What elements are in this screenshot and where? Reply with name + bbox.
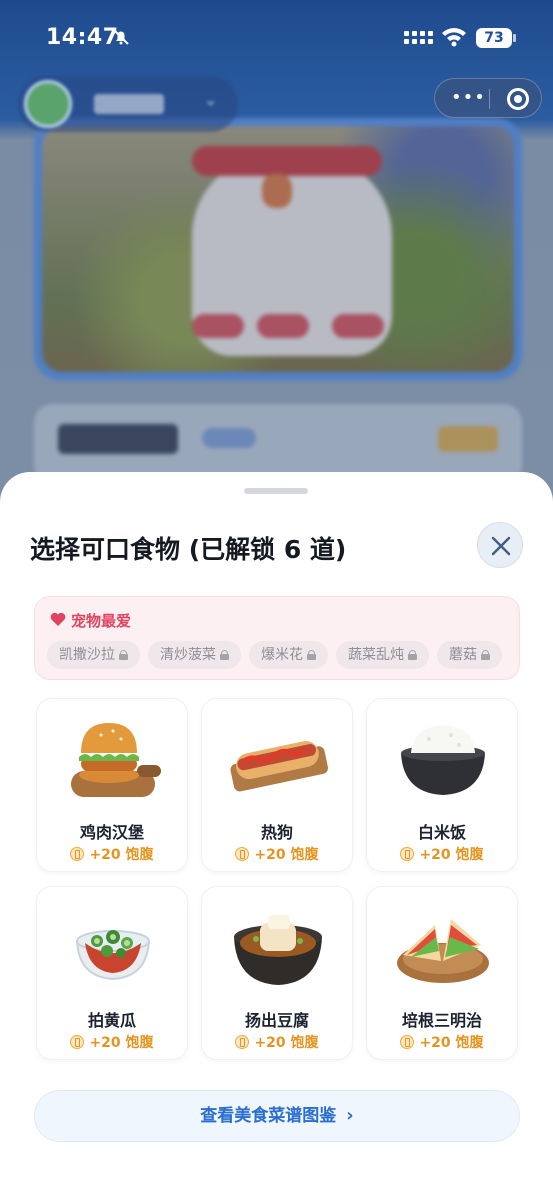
satiety-icon [70, 847, 85, 861]
mute-bell-icon [112, 28, 130, 51]
recipe-book-label: 查看美食菜谱图鉴 [200, 1106, 337, 1126]
food-name: 拍黄瓜 [87, 1011, 136, 1030]
food-name: 白米饭 [417, 823, 466, 842]
chevron-down-icon: ⌄ [204, 90, 218, 109]
status-bar: 14:47 73 [0, 0, 553, 70]
wifi-icon [442, 28, 466, 47]
food-name: 扬出豆腐 [244, 1011, 309, 1030]
food-name: 鸡肉汉堡 [79, 823, 144, 842]
food-card-hot-dog[interactable]: 热狗 +20 饱腹 [201, 698, 353, 872]
favorite-chip[interactable]: 清炒菠菜 [148, 641, 241, 669]
more-icon[interactable]: ••• [451, 87, 486, 108]
lock-icon [408, 650, 417, 660]
favorites-list[interactable]: 凯撒沙拉 清炒菠菜 爆米花 蔬菜乱炖 蘑菇 [47, 641, 502, 669]
favorite-chip[interactable]: 爆米花 [249, 641, 328, 669]
fried-tofu-icon [234, 915, 322, 985]
food-card-bacon-sandwich[interactable]: 培根三明治 +20 饱腹 [366, 886, 518, 1060]
food-bonus: +20 饱腹 [367, 1032, 517, 1052]
food-name: 培根三明治 [401, 1011, 482, 1030]
status-time: 14:47 [46, 25, 119, 50]
satiety-icon [400, 847, 415, 861]
lock-icon [481, 650, 490, 660]
satiety-icon [235, 847, 250, 861]
cucumber-salad-icon [75, 930, 151, 981]
lock-icon [119, 650, 128, 660]
close-miniprogram-icon[interactable] [507, 88, 529, 110]
bacon-sandwich-icon [397, 919, 489, 983]
cellular-signal-icon [404, 31, 433, 44]
satiety-icon [70, 1035, 85, 1049]
food-card-cucumber-salad[interactable]: 拍黄瓜 +20 饱腹 [36, 886, 188, 1060]
food-bonus: +20 饱腹 [202, 844, 352, 864]
profile-switcher[interactable]: ⌄ [18, 76, 238, 132]
food-name: 热狗 [260, 823, 293, 842]
satiety-icon [235, 1035, 250, 1049]
heart-icon [50, 612, 66, 626]
food-bonus: +20 饱腹 [37, 1032, 187, 1052]
food-select-sheet: 选择可口食物 (已解锁 6 道) 宠物最爱 凯撒沙拉 清炒菠菜 爆米花 蔬菜乱炖… [0, 472, 553, 1200]
pet-favorites: 宠物最爱 凯撒沙拉 清炒菠菜 爆米花 蔬菜乱炖 蘑菇 [34, 596, 520, 680]
close-button[interactable] [477, 522, 523, 568]
close-icon [491, 536, 511, 556]
lock-icon [307, 650, 316, 660]
recipe-book-button[interactable]: 查看美食菜谱图鉴 › [34, 1090, 520, 1142]
profile-name [94, 94, 164, 114]
food-card-chicken-burger[interactable]: 鸡肉汉堡 +20 饱腹 [36, 698, 188, 872]
food-bonus: +20 饱腹 [202, 1032, 352, 1052]
favorite-chip[interactable]: 凯撒沙拉 [47, 641, 140, 669]
sheet-title: 选择可口食物 (已解锁 6 道) [30, 535, 347, 564]
food-bonus: +20 饱腹 [367, 844, 517, 864]
white-rice-icon [401, 725, 485, 795]
chicken-burger-icon [71, 723, 161, 797]
food-card-fried-tofu[interactable]: 扬出豆腐 +20 饱腹 [201, 886, 353, 1060]
sheet-grabber[interactable] [244, 488, 308, 494]
favorite-chip[interactable]: 蘑菇 [437, 641, 502, 669]
chevron-right-icon: › [346, 1105, 354, 1126]
avatar [24, 80, 72, 128]
favorites-title: 宠物最爱 [71, 612, 132, 630]
lock-icon [220, 650, 229, 660]
favorite-chip[interactable]: 蔬菜乱炖 [336, 641, 429, 669]
food-card-white-rice[interactable]: 白米饭 +20 饱腹 [366, 698, 518, 872]
food-grid: 鸡肉汉堡 +20 饱腹 热狗 +20 饱腹 白米饭 +20 饱腹 拍黄瓜 +20… [36, 698, 518, 1060]
miniprogram-capsule: ••• [434, 78, 542, 118]
food-bonus: +20 饱腹 [37, 844, 187, 864]
hot-dog-icon [230, 741, 328, 792]
satiety-icon [400, 1035, 415, 1049]
battery-icon: 73 [476, 28, 516, 48]
